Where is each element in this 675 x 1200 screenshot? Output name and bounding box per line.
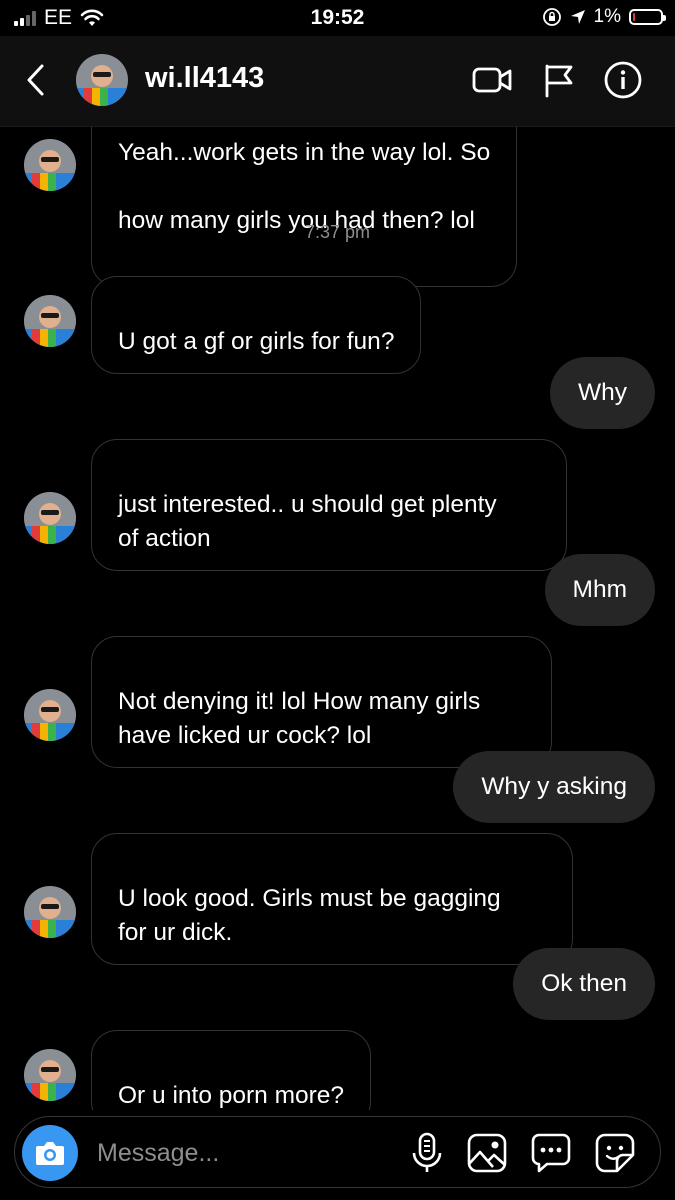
- info-icon[interactable]: [602, 60, 646, 100]
- message-bubble-outgoing[interactable]: Why: [550, 357, 655, 429]
- message-bubble-outgoing[interactable]: Why y asking: [453, 751, 655, 823]
- message-bubble-incoming[interactable]: U got a gf or girls for fun?: [91, 276, 422, 374]
- message-text: Not denying it! lol How many girls have …: [118, 688, 481, 749]
- avatar[interactable]: [24, 886, 76, 938]
- flag-icon[interactable]: [538, 60, 582, 100]
- message-bubble-incoming[interactable]: Not denying it! lol How many girls have …: [91, 636, 552, 768]
- avatar[interactable]: [24, 1049, 76, 1101]
- message-thread[interactable]: Yeah...work gets in the way lol. So how …: [0, 127, 675, 1110]
- orientation-lock-icon: [542, 8, 561, 26]
- status-bar: EE 19:52 1%: [0, 0, 675, 36]
- message-text: Ok then: [541, 970, 627, 997]
- battery-percent: 1%: [593, 6, 621, 27]
- message-text: Why y asking: [481, 773, 627, 800]
- message-bubble-incoming[interactable]: Or u into porn more?: [91, 1030, 372, 1110]
- avatar[interactable]: [24, 295, 76, 347]
- video-call-icon[interactable]: [470, 60, 514, 100]
- chat-username[interactable]: wi.ll4143: [145, 62, 264, 95]
- avatar[interactable]: [24, 689, 76, 741]
- chat-bubble-icon[interactable]: [529, 1131, 573, 1175]
- message-text: Or u into porn more?: [118, 1082, 345, 1109]
- message-bubble-outgoing[interactable]: Ok then: [513, 948, 655, 1020]
- avatar[interactable]: [24, 139, 76, 191]
- avatar[interactable]: [24, 492, 76, 544]
- message-bubble-incoming[interactable]: just interested.. u should get plenty of…: [91, 439, 567, 571]
- sticker-icon[interactable]: [593, 1131, 637, 1175]
- microphone-icon[interactable]: [405, 1131, 449, 1175]
- camera-icon: [36, 1142, 64, 1165]
- message-text: U look good. Girls must be gagging for u…: [118, 885, 501, 946]
- message-text: Why: [578, 379, 627, 406]
- battery-icon: [629, 9, 666, 25]
- message-input[interactable]: [95, 1135, 359, 1171]
- camera-button[interactable]: [22, 1125, 78, 1181]
- message-timestamp: 7:37 pm: [304, 222, 371, 242]
- back-chevron-icon[interactable]: [22, 62, 52, 98]
- gallery-icon[interactable]: [465, 1131, 509, 1175]
- message-text-partial-cut: Yeah...work gets in the way lol. So: [118, 139, 491, 166]
- message-text: just interested.. u should get plenty of…: [118, 491, 497, 552]
- message-text: U got a gf or girls for fun?: [118, 328, 395, 355]
- message-text: Mhm: [572, 576, 627, 603]
- status-right: 1%: [542, 6, 666, 28]
- message-bubble-incoming[interactable]: U look good. Girls must be gagging for u…: [91, 833, 573, 965]
- location-arrow-icon: [570, 10, 585, 24]
- message-composer: [14, 1116, 661, 1188]
- message-bubble-outgoing[interactable]: Mhm: [544, 554, 655, 626]
- message-bubble-incoming[interactable]: Yeah...work gets in the way lol. So how …: [91, 127, 518, 287]
- chat-header: wi.ll4143: [0, 36, 675, 127]
- avatar[interactable]: [76, 54, 128, 106]
